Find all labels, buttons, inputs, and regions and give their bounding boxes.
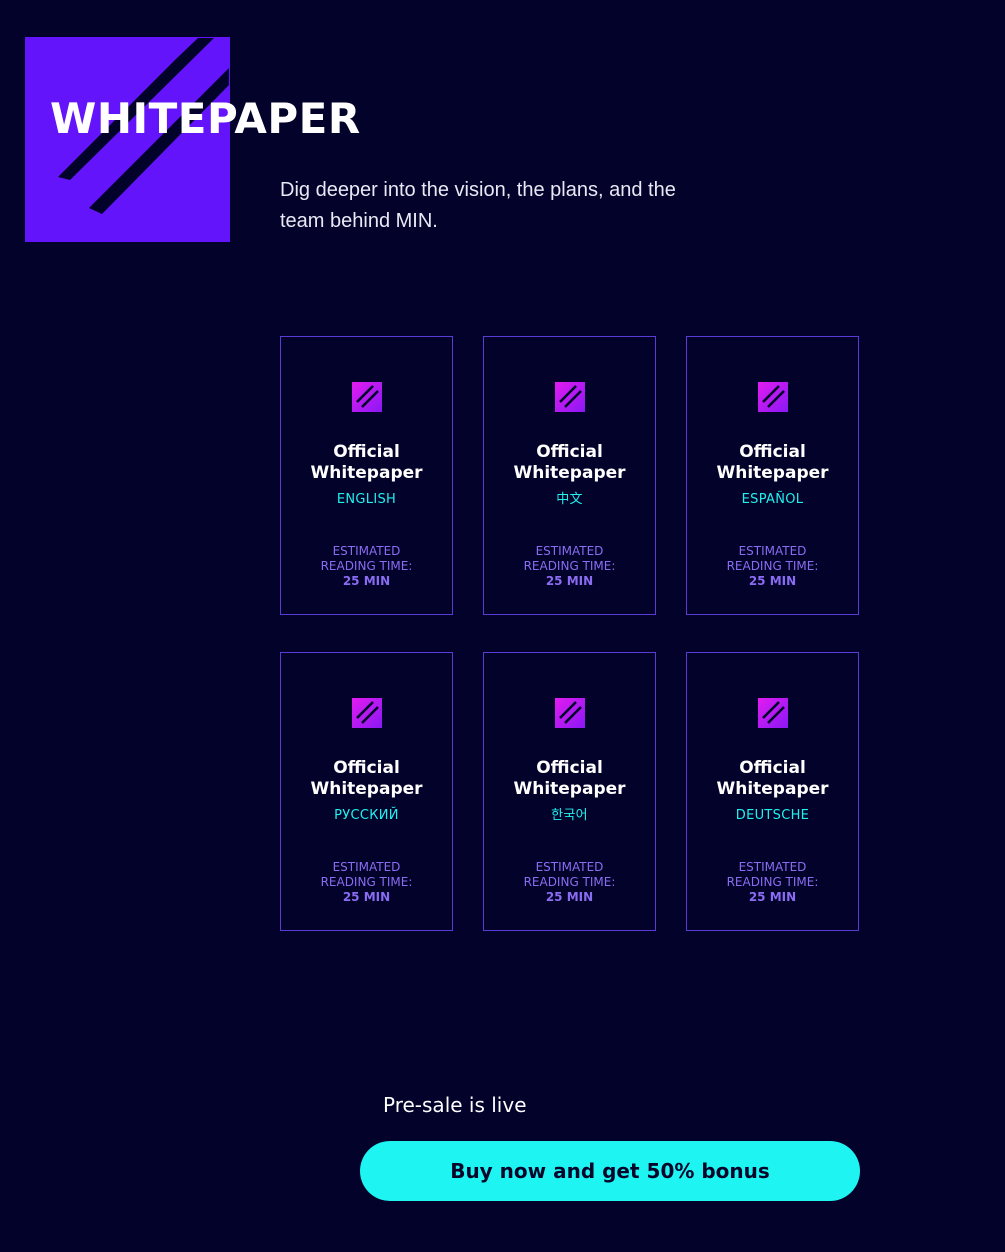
- card-reading-time: 25 MIN: [545, 574, 594, 588]
- buy-now-button[interactable]: Buy now and get 50% bonus: [360, 1141, 860, 1201]
- document-stripes-icon: [757, 698, 788, 728]
- card-title: Official Whitepaper: [310, 442, 423, 483]
- whitepaper-card-korean[interactable]: Official Whitepaper 한국어 ESTIMATED READIN…: [483, 652, 656, 931]
- document-stripes-icon: [554, 698, 585, 728]
- card-title: Official Whitepaper: [513, 758, 626, 799]
- card-reading-label: ESTIMATED READING TIME:: [523, 860, 616, 889]
- card-reading-label: ESTIMATED READING TIME:: [726, 544, 819, 573]
- card-title: Official Whitepaper: [716, 442, 829, 483]
- card-language: 中文: [556, 492, 583, 507]
- card-language: ESPAÑOL: [741, 492, 804, 507]
- card-language: DEUTSCHE: [735, 808, 810, 823]
- whitepaper-card-spanish[interactable]: Official Whitepaper ESPAÑOL ESTIMATED RE…: [686, 336, 859, 615]
- whitepaper-card-german[interactable]: Official Whitepaper DEUTSCHE ESTIMATED R…: [686, 652, 859, 931]
- whitepaper-card-english[interactable]: Official Whitepaper ENGLISH ESTIMATED RE…: [280, 336, 453, 615]
- document-stripes-icon: [351, 698, 382, 728]
- card-reading-time: 25 MIN: [342, 890, 391, 904]
- card-reading-time: 25 MIN: [748, 890, 797, 904]
- card-language: ENGLISH: [336, 492, 397, 507]
- card-reading-label: ESTIMATED READING TIME:: [523, 544, 616, 573]
- card-title: Official Whitepaper: [716, 758, 829, 799]
- card-reading-label: ESTIMATED READING TIME:: [726, 860, 819, 889]
- whitepaper-card-grid: Official Whitepaper ENGLISH ESTIMATED RE…: [280, 336, 859, 931]
- whitepaper-card-russian[interactable]: Official Whitepaper РУССКИЙ ESTIMATED RE…: [280, 652, 453, 931]
- card-title: Official Whitepaper: [513, 442, 626, 483]
- document-stripes-icon: [554, 382, 585, 412]
- page-title: WHITEPAPER: [50, 94, 361, 143]
- card-reading-time: 25 MIN: [545, 890, 594, 904]
- document-stripes-icon: [351, 382, 382, 412]
- card-reading-time: 25 MIN: [748, 574, 797, 588]
- card-language: 한국어: [551, 808, 588, 823]
- card-reading-time: 25 MIN: [342, 574, 391, 588]
- card-language: РУССКИЙ: [334, 808, 399, 823]
- whitepaper-card-chinese[interactable]: Official Whitepaper 中文 ESTIMATED READING…: [483, 336, 656, 615]
- presale-status: Pre-sale is live: [383, 1093, 527, 1117]
- document-stripes-icon: [757, 382, 788, 412]
- card-reading-label: ESTIMATED READING TIME:: [320, 544, 413, 573]
- card-title: Official Whitepaper: [310, 758, 423, 799]
- card-reading-label: ESTIMATED READING TIME:: [320, 860, 413, 889]
- page-subtitle: Dig deeper into the vision, the plans, a…: [280, 179, 676, 232]
